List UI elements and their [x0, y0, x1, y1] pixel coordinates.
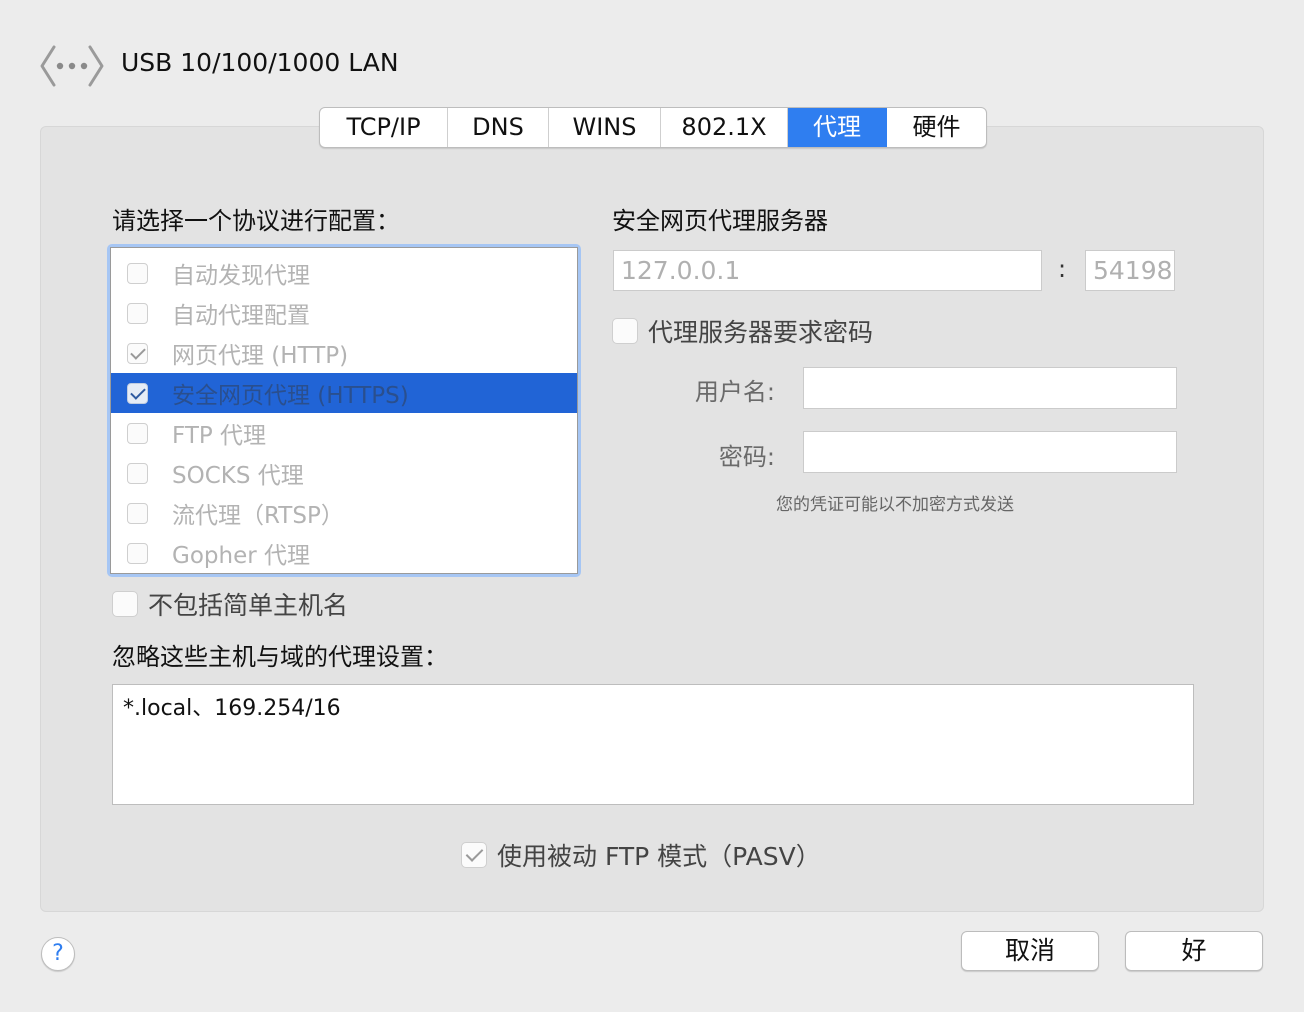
require-password-option[interactable]: 代理服务器要求密码	[612, 313, 873, 349]
protocol-label: 网页代理 (HTTP)	[172, 343, 349, 369]
tab-proxies[interactable]: 代理	[788, 108, 887, 147]
protocol-checkbox[interactable]	[127, 502, 148, 524]
cancel-button[interactable]: 取消	[961, 931, 1099, 971]
tab-tcpip[interactable]: TCP/IP	[320, 108, 448, 147]
protocol-list-focus-ring: 自动发现代理 自动代理配置 网页代理 (HTTP) 安全网页代理 (HTTPS)…	[107, 244, 581, 577]
require-password-label: 代理服务器要求密码	[648, 318, 874, 347]
exclude-simple-hostnames-checkbox[interactable]	[112, 591, 138, 617]
protocol-heading: 请选择一个协议进行配置：	[112, 207, 400, 235]
protocol-row-gopher[interactable]: Gopher 代理	[111, 533, 577, 573]
passive-ftp-option[interactable]: 使用被动 FTP 模式（PASV）	[461, 837, 821, 873]
proxy-host-field[interactable]: 127.0.0.1	[613, 250, 1042, 291]
password-field[interactable]	[803, 431, 1177, 473]
protocol-checkbox[interactable]	[127, 462, 148, 484]
protocol-row-rtsp[interactable]: 流代理（RTSP）	[111, 493, 577, 533]
tab-wins[interactable]: WINS	[549, 108, 661, 147]
passive-ftp-label: 使用被动 FTP 模式（PASV）	[497, 842, 821, 871]
protocol-label: 安全网页代理 (HTTPS)	[172, 383, 409, 409]
server-heading: 安全网页代理服务器	[612, 207, 828, 235]
exclude-simple-hostnames-option[interactable]: 不包括简单主机名	[112, 586, 348, 622]
protocol-label: 流代理（RTSP）	[172, 503, 344, 529]
protocol-label: 自动发现代理	[172, 263, 310, 289]
proxy-port-field[interactable]: 54198	[1085, 250, 1175, 291]
protocol-label: SOCKS 代理	[172, 463, 304, 489]
credential-note: 您的凭证可能以不加密方式发送	[776, 495, 1014, 515]
passive-ftp-checkbox[interactable]	[461, 842, 487, 868]
bypass-hosts-textarea[interactable]: *.local、169.254/16	[112, 684, 1194, 805]
protocol-row-socks[interactable]: SOCKS 代理	[111, 453, 577, 493]
tab-dns[interactable]: DNS	[448, 108, 549, 147]
protocol-label: FTP 代理	[172, 423, 267, 449]
protocol-row-https[interactable]: 安全网页代理 (HTTPS)	[111, 373, 577, 413]
protocol-checkbox[interactable]	[127, 342, 148, 364]
protocol-checkbox[interactable]	[127, 262, 148, 284]
host-port-separator: :	[1058, 255, 1067, 283]
protocol-row-ftp[interactable]: FTP 代理	[111, 413, 577, 453]
network-arrows-icon	[40, 45, 104, 87]
tab-bar: TCP/IP DNS WINS 802.1X 代理 硬件	[319, 107, 987, 148]
tab-hardware[interactable]: 硬件	[887, 108, 986, 147]
help-button[interactable]: ?	[41, 937, 75, 971]
username-label: 用户名:	[694, 378, 775, 406]
require-password-checkbox[interactable]	[612, 318, 638, 344]
password-label: 密码:	[718, 443, 775, 471]
protocol-label: Gopher 代理	[172, 543, 310, 569]
bypass-heading: 忽略这些主机与域的代理设置：	[112, 643, 448, 671]
exclude-simple-hostnames-label: 不包括简单主机名	[148, 591, 349, 620]
tab-8021x[interactable]: 802.1X	[661, 108, 788, 147]
protocol-row-http[interactable]: 网页代理 (HTTP)	[111, 333, 577, 373]
ok-button[interactable]: 好	[1125, 931, 1263, 971]
protocol-checkbox[interactable]	[127, 542, 148, 564]
protocol-checkbox[interactable]	[127, 302, 148, 324]
interface-title: USB 10/100/1000 LAN	[121, 48, 399, 77]
protocol-row-auto-discovery[interactable]: 自动发现代理	[111, 253, 577, 293]
username-field[interactable]	[803, 367, 1177, 409]
protocol-row-auto-config[interactable]: 自动代理配置	[111, 293, 577, 333]
protocol-list[interactable]: 自动发现代理 自动代理配置 网页代理 (HTTP) 安全网页代理 (HTTPS)…	[110, 247, 578, 574]
protocol-label: 自动代理配置	[172, 303, 310, 329]
protocol-checkbox[interactable]	[127, 382, 148, 404]
protocol-checkbox[interactable]	[127, 422, 148, 444]
